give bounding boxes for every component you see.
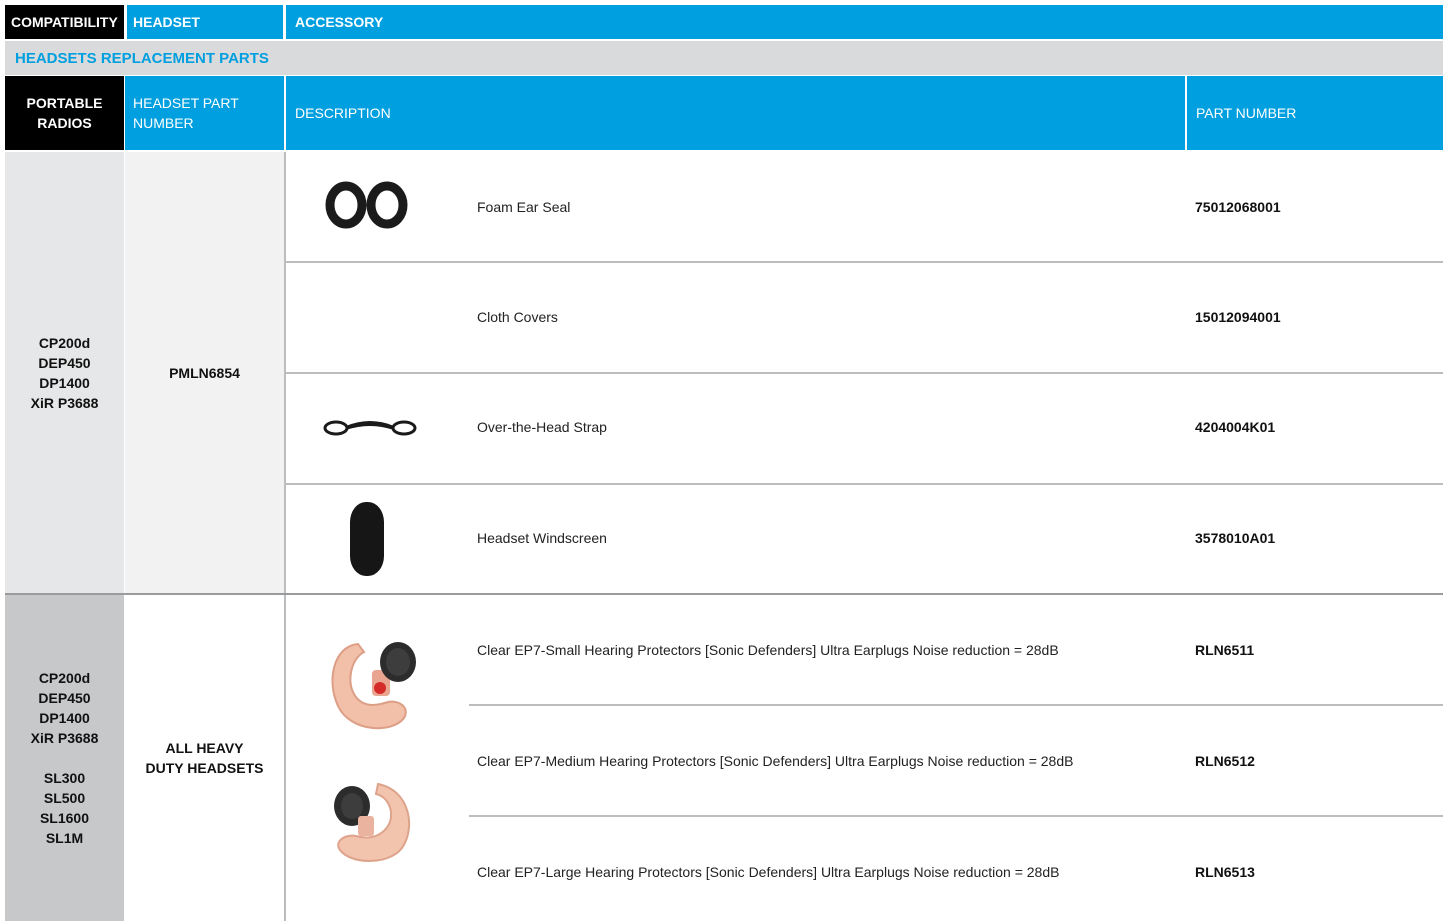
foam-ear-seal-image (325, 180, 409, 230)
item-part-number: RLN6512 (1195, 753, 1255, 769)
row-divider (286, 483, 1443, 485)
header-part-number: PART NUMBER (1187, 76, 1443, 150)
header-description: DESCRIPTION (286, 76, 1185, 150)
header-radios-line2: RADIOS (37, 115, 92, 131)
windscreen-image (346, 500, 390, 578)
radio-model: DEP450 (38, 690, 91, 706)
header-headset-part-number: HEADSET PART NUMBER (125, 76, 284, 150)
item-part-number: 4204004K01 (1195, 419, 1276, 435)
header-part-number-label: PART NUMBER (1196, 105, 1297, 121)
radio-model: XiR P3688 (30, 394, 99, 411)
compatible-radios-cell: CP200d DEP450 DP1400 XiR P3688 SL300 SL5… (5, 595, 124, 921)
tab-compatibility[interactable]: COMPATIBILITY (5, 5, 124, 39)
radio-model: DEP450 (38, 354, 91, 371)
tab-headset-label: HEADSET (133, 14, 200, 30)
item-part-number: RLN6511 (1195, 642, 1255, 658)
item-description: Headset Windscreen (477, 530, 607, 546)
item-part-number: RLN6513 (1195, 864, 1255, 880)
radio-model: SL500 (43, 790, 86, 806)
headset-part-cell: ALL HEAVY DUTY HEADSETS (125, 595, 284, 921)
section-title-text: HEADSETS REPLACEMENT PARTS (15, 49, 269, 67)
item-description: Clear EP7-Small Hearing Protectors [Soni… (477, 642, 1059, 658)
header-part-line1: HEADSET PART (133, 95, 239, 111)
tab-accessory[interactable]: ACCESSORY (286, 5, 1443, 39)
radio-model: XiR P3688 (30, 730, 99, 746)
item-part-number: 3578010A01 (1195, 530, 1276, 546)
radio-model: DP1400 (39, 374, 90, 391)
item-description: Clear EP7-Medium Hearing Protectors [Son… (477, 753, 1074, 769)
header-portable-radios: PORTABLE RADIOS (5, 76, 124, 150)
section-title: HEADSETS REPLACEMENT PARTS (5, 41, 1443, 75)
tab-compatibility-label: COMPATIBILITY (11, 14, 118, 30)
head-strap-image (322, 414, 418, 440)
headset-part-number: PMLN6854 (169, 364, 240, 381)
header-part-line2: NUMBER (133, 115, 194, 131)
header-radios-line1: PORTABLE (26, 95, 103, 111)
tab-headset[interactable]: HEADSET (127, 5, 283, 39)
row-divider (286, 372, 1443, 374)
row-divider (469, 704, 1443, 706)
earplug-image (318, 772, 426, 868)
earplug-image (318, 628, 426, 740)
column-divider (284, 152, 286, 921)
row-divider (286, 261, 1443, 263)
header-description-label: DESCRIPTION (295, 105, 391, 121)
item-description: Foam Ear Seal (477, 199, 571, 215)
compatible-radios-cell: CP200d DEP450 DP1400 XiR P3688 (5, 152, 124, 593)
item-part-number: 75012068001 (1195, 199, 1281, 215)
item-description: Cloth Covers (477, 309, 558, 325)
radio-model: SL1M (45, 830, 84, 846)
radio-model: SL300 (43, 770, 86, 786)
group-divider (5, 593, 1443, 595)
item-description: Clear EP7-Large Hearing Protectors [Soni… (477, 864, 1060, 880)
headset-line2: DUTY HEADSETS (145, 760, 264, 776)
item-description: Over-the-Head Strap (477, 419, 607, 435)
radio-model: CP200d (38, 670, 91, 686)
radio-model: CP200d (38, 334, 91, 351)
headset-part-cell: PMLN6854 (125, 152, 284, 593)
item-part-number: 15012094001 (1195, 309, 1281, 325)
tab-accessory-label: ACCESSORY (295, 14, 384, 30)
headset-line1: ALL HEAVY (165, 740, 244, 756)
radio-model: DP1400 (39, 710, 90, 726)
row-divider (469, 815, 1443, 817)
radio-model: SL1600 (39, 810, 90, 826)
